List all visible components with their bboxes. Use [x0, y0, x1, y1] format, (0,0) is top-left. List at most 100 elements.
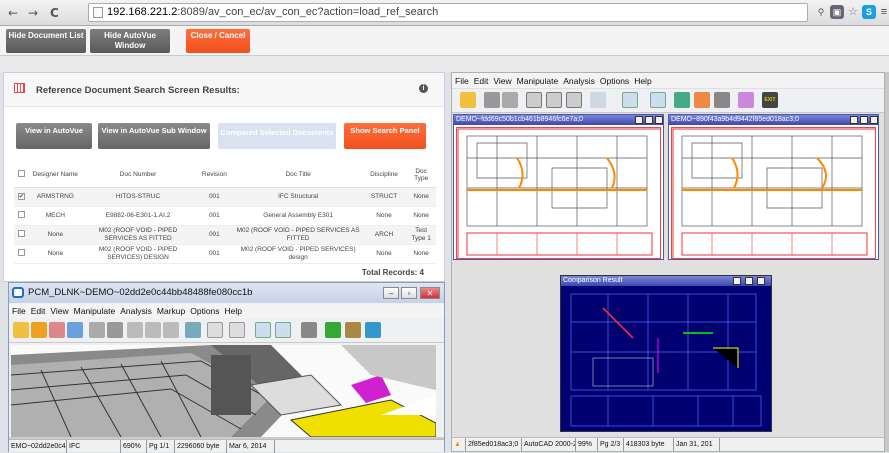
comparison-close[interactable] — [757, 277, 765, 285]
table-row[interactable]: None M02 (ROOF VOID - PIPED SERVICES) DE… — [14, 244, 436, 264]
back-button[interactable]: ← — [8, 6, 18, 20]
comparison-restore[interactable] — [745, 277, 753, 285]
cube-icon[interactable] — [325, 322, 341, 338]
skype-icon[interactable]: S — [862, 5, 876, 19]
zoom-box-icon[interactable] — [255, 322, 271, 338]
tree-icon[interactable] — [67, 322, 83, 338]
view-in-autovue-sub-window-button[interactable]: View in AutoVue Sub Window — [98, 123, 210, 149]
rotate-icon[interactable] — [590, 92, 606, 108]
comparison-drawing[interactable] — [563, 288, 769, 430]
menu-manipulate[interactable]: Manipulate — [74, 306, 116, 316]
hide-document-list-button[interactable]: Hide Document List — [6, 29, 86, 53]
page-next-icon[interactable] — [163, 322, 179, 338]
info-icon[interactable]: i — [419, 84, 428, 93]
walk-icon[interactable] — [301, 322, 317, 338]
address-bar[interactable]: 192.168.221.2:8089/av_con_ec/av_con_ec?a… — [88, 3, 808, 22]
table-row[interactable]: None M02 (ROOF VOID - PIPED SERVICES AS … — [14, 225, 436, 245]
cad-drawing-1[interactable] — [456, 127, 661, 259]
maximize-button[interactable]: ▫ — [401, 287, 417, 299]
document-1-window[interactable]: DEMO~fdd69c50b1cb461b8946fc6e7a;0 — [453, 114, 664, 260]
comparison-minimize[interactable] — [733, 277, 741, 285]
minimize-button[interactable]: – — [383, 287, 399, 299]
cad-drawing-2[interactable] — [671, 127, 876, 259]
v-scrollbar[interactable] — [885, 72, 889, 452]
page-prev-icon[interactable] — [526, 92, 542, 108]
col-header[interactable]: Revision — [194, 163, 235, 188]
exit-icon[interactable]: EXIT — [762, 92, 778, 108]
row-checkbox-cell[interactable] — [14, 225, 29, 245]
forward-button[interactable]: → — [28, 6, 38, 20]
zoom-box-icon[interactable] — [622, 92, 638, 108]
page-icon[interactable] — [546, 92, 562, 108]
checkbox[interactable] — [17, 210, 25, 218]
star-icon[interactable]: ☆ — [846, 5, 860, 19]
document-2-window[interactable]: DEMO~890f43a9b4d9442f85ed018ac3;0 — [668, 114, 879, 260]
properties-icon[interactable] — [714, 92, 730, 108]
col-header[interactable]: Doc Type — [406, 163, 436, 188]
open-icon[interactable] — [460, 92, 476, 108]
extension-icon[interactable]: ▣ — [830, 5, 844, 19]
col-header[interactable]: Doc Number — [81, 163, 195, 188]
row-checkbox-cell[interactable] — [14, 244, 29, 264]
print-icon[interactable] — [484, 92, 500, 108]
menu-markup[interactable]: Markup — [157, 306, 185, 316]
fit-icon[interactable] — [650, 92, 666, 108]
col-header[interactable]: Discipline — [361, 163, 407, 188]
menu-analysis[interactable]: Analysis — [120, 306, 152, 316]
show-search-panel-button[interactable]: Show Search Panel — [344, 123, 426, 149]
page-next-icon[interactable] — [566, 92, 582, 108]
menu-analysis[interactable]: Analysis — [563, 76, 595, 86]
menu-options[interactable]: Options — [190, 306, 219, 316]
markup-icon[interactable] — [31, 322, 47, 338]
compare-selected-button[interactable]: Compared Selected Documents — [218, 123, 336, 149]
page-icon[interactable] — [145, 322, 161, 338]
menu-icon[interactable]: ≡ — [877, 5, 889, 19]
menu-help[interactable]: Help — [634, 76, 651, 86]
doc2-minimize[interactable] — [850, 116, 858, 124]
comparison-window[interactable]: Comparison Result — [560, 275, 772, 432]
col-header[interactable]: Doc Title — [234, 163, 362, 188]
menu-file[interactable]: File — [12, 306, 26, 316]
menu-view[interactable]: View — [50, 306, 68, 316]
checkbox-checked[interactable]: ✔ — [17, 192, 25, 200]
checkbox[interactable] — [17, 248, 25, 256]
menu-manipulate[interactable]: Manipulate — [517, 76, 559, 86]
layers-icon[interactable] — [674, 92, 690, 108]
measure-icon[interactable] — [738, 92, 754, 108]
close-button[interactable]: ✕ — [420, 287, 440, 299]
doc1-close[interactable] — [655, 116, 663, 124]
menu-edit[interactable]: Edit — [31, 306, 46, 316]
print-preview-icon[interactable] — [502, 92, 518, 108]
doc2-restore[interactable] — [860, 116, 868, 124]
color-icon[interactable] — [694, 92, 710, 108]
brush-icon[interactable] — [345, 322, 361, 338]
3d-model-view[interactable] — [11, 345, 436, 437]
close-cancel-button[interactable]: Close / Cancel — [186, 29, 250, 53]
open-icon[interactable] — [13, 322, 29, 338]
table-row[interactable]: ✔ ARMSTRNG HITOS-STRUC 001 IFC Structura… — [14, 187, 436, 207]
palette-icon[interactable] — [365, 322, 381, 338]
doc1-restore[interactable] — [645, 116, 653, 124]
menu-file[interactable]: File — [455, 76, 469, 86]
checkbox[interactable] — [17, 170, 25, 178]
menu-help[interactable]: Help — [225, 306, 242, 316]
menu-edit[interactable]: Edit — [474, 76, 489, 86]
page-prev-icon[interactable] — [127, 322, 143, 338]
print-preview-icon[interactable] — [107, 322, 123, 338]
doc2-close[interactable] — [870, 116, 878, 124]
rotate-icon[interactable] — [185, 322, 201, 338]
menu-view[interactable]: View — [493, 76, 511, 86]
search-icon[interactable]: ⚲ — [814, 5, 828, 19]
pen-icon[interactable] — [49, 322, 65, 338]
window-titlebar[interactable]: PCM_DLNK~DEMO~02dd2e0c44bb48488fe080cc1b… — [9, 283, 444, 303]
col-header[interactable]: Designer Name — [28, 163, 82, 188]
row-checkbox-cell[interactable]: ✔ — [14, 187, 29, 207]
print-icon[interactable] — [89, 322, 105, 338]
fit-icon[interactable] — [275, 322, 291, 338]
reload-button[interactable]: C — [50, 6, 59, 20]
row-checkbox-cell[interactable] — [14, 206, 29, 226]
move-icon[interactable] — [229, 322, 245, 338]
checkbox[interactable] — [17, 229, 25, 237]
menu-options[interactable]: Options — [600, 76, 629, 86]
view-in-autovue-button[interactable]: View in AutoVue — [16, 123, 92, 149]
